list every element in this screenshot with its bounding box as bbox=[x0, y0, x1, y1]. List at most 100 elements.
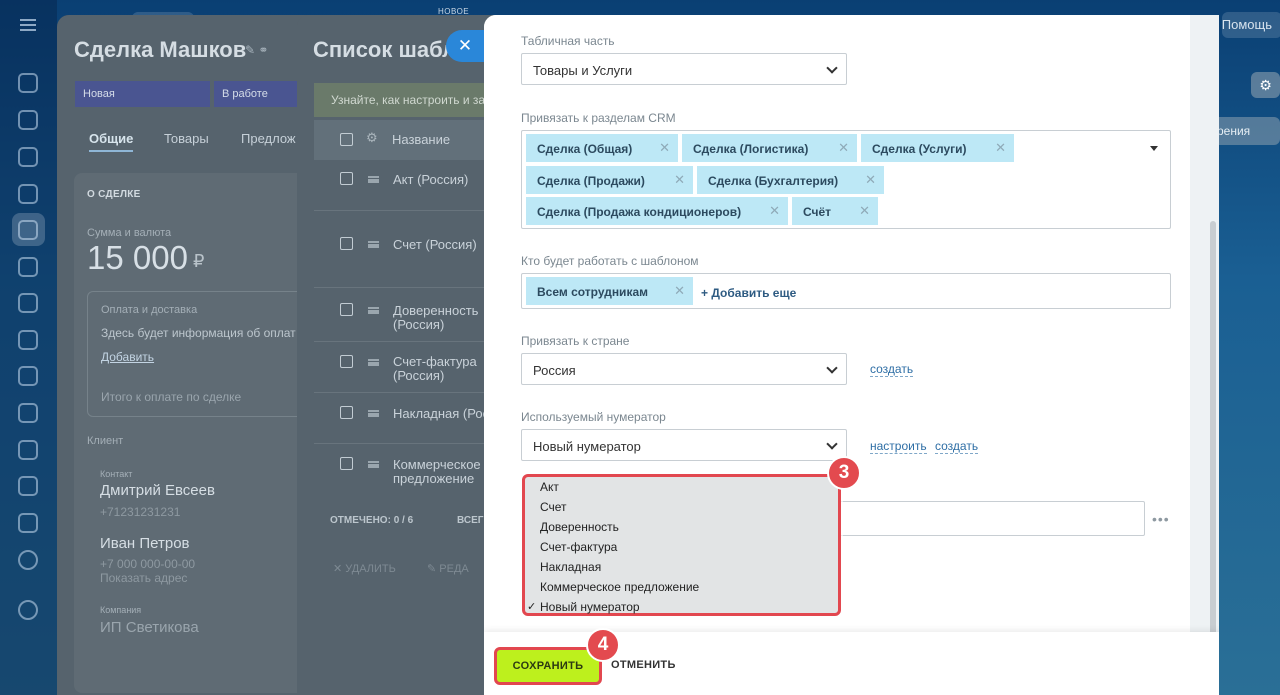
delete-action[interactable]: ✕ УДАЛИТЬ bbox=[333, 562, 396, 575]
drag-handle-icon[interactable] bbox=[368, 241, 379, 248]
row-checkbox[interactable] bbox=[340, 172, 353, 185]
amount-label: Сумма и валюта bbox=[87, 227, 172, 239]
remove-chip-icon[interactable]: ✕ bbox=[659, 140, 670, 156]
projects-icon[interactable] bbox=[18, 184, 38, 204]
dropdown-option[interactable]: Доверенность bbox=[540, 520, 619, 534]
remove-chip-icon[interactable]: ✕ bbox=[769, 203, 780, 219]
create-country-link[interactable]: создать bbox=[870, 362, 914, 377]
remove-chip-icon[interactable]: ✕ bbox=[674, 283, 685, 299]
settings-icon[interactable] bbox=[18, 600, 38, 620]
crm-chip[interactable]: Сделка (Бухгалтерия) ✕ bbox=[697, 166, 884, 194]
contacts-icon[interactable] bbox=[18, 476, 38, 496]
show-address-link[interactable]: Показать адрес bbox=[100, 571, 187, 585]
save-button[interactable]: СОХРАНИТЬ bbox=[494, 647, 602, 685]
add-more-link[interactable]: + Добавить еще bbox=[701, 286, 796, 300]
contact-phone-1[interactable]: +71231231231 bbox=[100, 505, 180, 519]
remove-chip-icon[interactable]: ✕ bbox=[674, 172, 685, 188]
crm-sections-multiselect[interactable]: Сделка (Общая) ✕ Сделка (Логистика) ✕ Сдел… bbox=[521, 130, 1171, 229]
templates-list-panel: Список шабл Узнайте, как настроить и за … bbox=[297, 15, 497, 695]
mail-icon[interactable] bbox=[18, 440, 38, 460]
who-works-multiselect[interactable]: Всем сотрудникам ✕ + Добавить еще bbox=[521, 273, 1171, 309]
template-row-name[interactable]: Счет-фактура (Россия) bbox=[393, 355, 493, 383]
add-payment-link[interactable]: Добавить bbox=[101, 350, 154, 364]
table-part-select[interactable]: Товары и Услуги bbox=[521, 53, 847, 85]
cancel-button[interactable]: ОТМЕНИТЬ bbox=[611, 659, 676, 671]
crm-chip[interactable]: Сделка (Логистика) ✕ bbox=[682, 134, 857, 162]
company-name[interactable]: ИП Светикова bbox=[100, 619, 199, 636]
user-chip[interactable]: Всем сотрудникам ✕ bbox=[526, 277, 693, 305]
drag-handle-icon[interactable] bbox=[368, 410, 379, 417]
remove-chip-icon[interactable]: ✕ bbox=[859, 203, 870, 219]
client-label: Клиент bbox=[87, 435, 124, 447]
scrollbar[interactable] bbox=[1210, 221, 1216, 681]
crm-chip[interactable]: Сделка (Общая) ✕ bbox=[526, 134, 678, 162]
drag-handle-icon[interactable] bbox=[368, 307, 379, 314]
calendar-icon[interactable] bbox=[18, 257, 38, 277]
dropdown-option[interactable]: Коммерческое предложение bbox=[540, 580, 699, 594]
country-select[interactable]: Россия bbox=[521, 353, 847, 385]
schedule-icon[interactable] bbox=[18, 293, 38, 313]
template-row-name[interactable]: Счет (Россия) bbox=[393, 238, 477, 252]
stage-new[interactable]: Новая bbox=[75, 81, 210, 107]
close-slider-button[interactable]: ✕ bbox=[446, 30, 484, 62]
dropdown-arrow-icon[interactable] bbox=[1150, 146, 1158, 151]
crm-chip[interactable]: Сделка (Услуги) ✕ bbox=[861, 134, 1014, 162]
template-row-name[interactable]: Доверенность (Россия) bbox=[393, 304, 493, 332]
remove-chip-icon[interactable]: ✕ bbox=[995, 140, 1006, 156]
edit-action[interactable]: ✎ РЕДА bbox=[427, 562, 469, 575]
crm-chip[interactable]: Сделка (Продажа кондиционеров) ✕ bbox=[526, 197, 788, 225]
tab-products[interactable]: Товары bbox=[164, 131, 209, 146]
row-checkbox[interactable] bbox=[340, 303, 353, 316]
template-row-name[interactable]: Накладная (Рос bbox=[393, 407, 489, 421]
contact-name-1[interactable]: Дмитрий Евсеев bbox=[100, 482, 215, 499]
row-checkbox[interactable] bbox=[340, 406, 353, 419]
numerator-dropdown-list: Акт Счет Доверенность Счет-фактура Накла… bbox=[522, 474, 841, 616]
crm-icon[interactable] bbox=[18, 220, 38, 240]
help-link[interactable]: Помощь bbox=[1222, 17, 1272, 32]
avatar-icon[interactable] bbox=[18, 550, 38, 570]
settings-gear-icon[interactable]: ⚙ bbox=[1251, 72, 1280, 98]
more-options-icon[interactable]: ••• bbox=[1152, 511, 1170, 527]
selected-count: ОТМЕЧЕНО: 0 / 6 bbox=[330, 515, 414, 526]
crm-chip[interactable]: Счёт ✕ bbox=[792, 197, 878, 225]
remove-chip-icon[interactable]: ✕ bbox=[838, 140, 849, 156]
contact-phone-2[interactable]: +7 000 000-00-00 bbox=[100, 557, 195, 571]
dropdown-option[interactable]: Акт bbox=[540, 480, 559, 494]
chevron-down-icon bbox=[826, 362, 838, 374]
dropdown-option[interactable]: Счет bbox=[540, 500, 567, 514]
tab-general[interactable]: Общие bbox=[89, 131, 134, 152]
menu-icon[interactable] bbox=[18, 14, 38, 34]
crm-chip[interactable]: Сделка (Продажи) ✕ bbox=[526, 166, 693, 194]
numerator-select[interactable]: Новый нумератор bbox=[521, 429, 847, 461]
select-all-checkbox[interactable] bbox=[340, 133, 353, 146]
who-works-label: Кто будет работать с шаблоном bbox=[521, 254, 699, 268]
remove-chip-icon[interactable]: ✕ bbox=[865, 172, 876, 188]
column-name[interactable]: Название bbox=[392, 132, 450, 147]
tasks-icon[interactable] bbox=[18, 110, 38, 130]
dropdown-option[interactable]: Счет-фактура bbox=[540, 540, 617, 554]
row-checkbox[interactable] bbox=[340, 457, 353, 470]
bot-icon[interactable] bbox=[18, 330, 38, 350]
drag-handle-icon[interactable] bbox=[368, 176, 379, 183]
gear-icon[interactable]: ⚙ bbox=[366, 130, 378, 146]
template-name-input[interactable] bbox=[824, 501, 1145, 536]
template-row-name[interactable]: Акт (Россия) bbox=[393, 173, 468, 187]
check-icon: ✓ bbox=[527, 601, 537, 613]
dropdown-option[interactable]: Накладная bbox=[540, 560, 601, 574]
store-icon[interactable] bbox=[18, 403, 38, 423]
chat-icon[interactable] bbox=[18, 147, 38, 167]
row-checkbox[interactable] bbox=[340, 355, 353, 368]
feed-icon[interactable] bbox=[18, 73, 38, 93]
row-checkbox[interactable] bbox=[340, 237, 353, 250]
drag-handle-icon[interactable] bbox=[368, 359, 379, 366]
sites-icon[interactable] bbox=[18, 513, 38, 533]
document-icon[interactable] bbox=[18, 366, 38, 386]
create-numerator-link[interactable]: создать bbox=[935, 439, 979, 454]
tab-offers[interactable]: Предлож bbox=[241, 131, 296, 146]
drag-handle-icon[interactable] bbox=[368, 461, 379, 468]
template-row-name[interactable]: Коммерческое предложение bbox=[393, 458, 493, 486]
edit-title-icon[interactable]: ✎ ⚭ bbox=[245, 43, 268, 57]
dropdown-option-selected[interactable]: Новый нумератор bbox=[540, 600, 640, 614]
configure-numerator-link[interactable]: настроить bbox=[870, 439, 927, 454]
contact-name-2[interactable]: Иван Петров bbox=[100, 535, 190, 552]
